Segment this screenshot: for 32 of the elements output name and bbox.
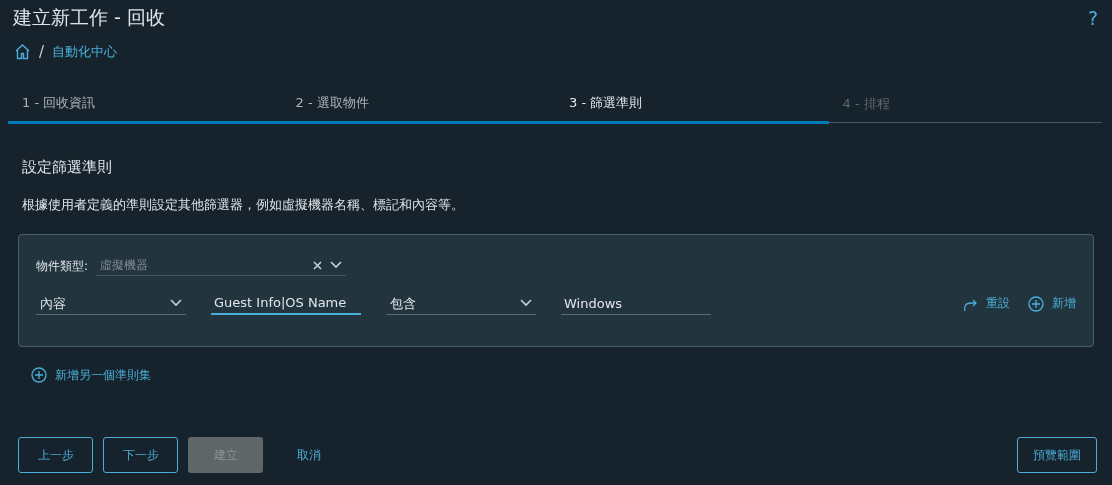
select-value: 包含 [390,294,416,313]
add-button[interactable]: 新增 [1028,295,1076,313]
text-field[interactable]: Windows [561,292,711,315]
preview-scope-button[interactable]: 預覽範圍 [1017,437,1097,473]
select-field[interactable]: 包含 [386,292,536,315]
chevron-down-icon [170,299,182,308]
section-heading: 設定篩選準則 [21,156,113,178]
page-title: 建立新工作 - 回收 [13,5,165,30]
breadcrumb-separator: / [39,41,45,63]
home-icon[interactable] [14,43,31,61]
add-ruleset-button[interactable]: 新增另一個準則集 [31,366,151,384]
wizard-step-tab[interactable]: 1 - 回收資訊 [8,93,282,124]
chevron-down-icon [520,299,532,308]
step-button[interactable]: 下一步 [103,437,178,473]
cancel-button[interactable]: 取消 [273,437,345,473]
plus-circle-icon [1028,295,1044,312]
object-type-label: 物件類型: [36,257,89,275]
text-field[interactable]: Guest Info|OS Name [211,292,361,315]
object-type-select[interactable]: 虛擬機器 [96,255,347,276]
help-button[interactable]: ? [1087,9,1098,28]
step-button[interactable]: 上一步 [18,437,93,473]
section-description: 根據使用者定義的準則設定其他篩選器，例如虛擬機器名稱、標記和內容等。 [21,196,465,214]
breadcrumb-link[interactable]: 自動化中心 [52,42,118,62]
reset-button[interactable]: 重設 [962,295,1010,313]
select-field[interactable]: 內容 [36,292,186,315]
wizard-step-tab[interactable]: 3 - 篩選準則 [555,93,829,124]
select-value: 內容 [40,294,66,313]
object-type-input[interactable]: 虛擬機器 [100,256,281,275]
plus-circle-icon [31,367,47,384]
chevron-down-icon [330,261,343,270]
wizard-step-tab[interactable]: 2 - 選取物件 [281,93,555,124]
clear-icon[interactable] [313,260,323,270]
